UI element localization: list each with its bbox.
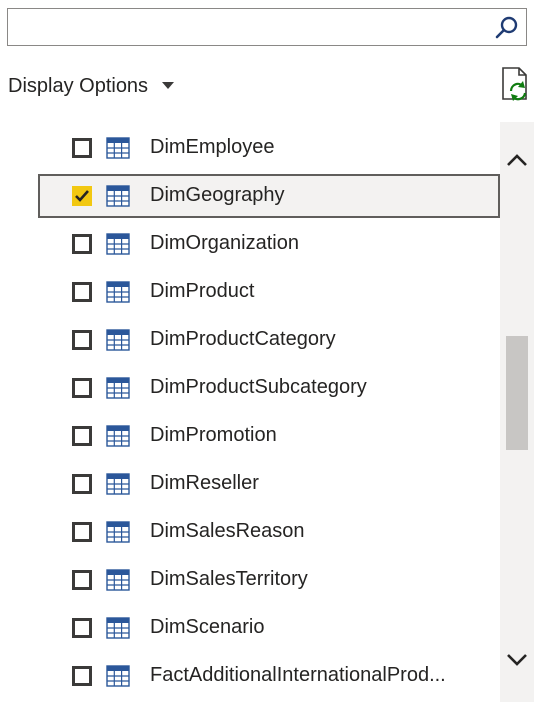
table-icon: [106, 329, 130, 351]
checkmark-icon: [75, 190, 89, 202]
table-name-label: DimPromotion: [150, 424, 277, 446]
scrollbar-thumb[interactable]: [506, 336, 528, 450]
checkbox-unchecked[interactable]: [72, 474, 92, 494]
checkbox-unchecked[interactable]: [72, 618, 92, 638]
search-icon[interactable]: [494, 15, 520, 41]
checkbox-unchecked[interactable]: [72, 138, 92, 158]
table-list-item[interactable]: DimReseller: [0, 462, 500, 506]
table-list-item[interactable]: FactAdditionalInternationalProd...: [0, 654, 500, 698]
table-list-item[interactable]: DimProductCategory: [0, 318, 500, 362]
table-list-item[interactable]: DimSalesReason: [0, 510, 500, 554]
checkbox-unchecked[interactable]: [72, 234, 92, 254]
table-icon: [106, 569, 130, 591]
table-name-label: DimProduct: [150, 280, 255, 302]
caret-down-icon: [162, 82, 175, 89]
table-icon: [106, 281, 130, 303]
table-list-item[interactable]: DimGeography: [38, 174, 500, 218]
display-options-dropdown[interactable]: Display Options: [8, 72, 175, 100]
table-icon: [106, 377, 130, 399]
refresh-icon[interactable]: [500, 66, 530, 102]
table-list-item[interactable]: DimProductSubcategory: [0, 366, 500, 410]
table-name-label: DimSalesReason: [150, 520, 305, 542]
table-icon: [106, 233, 130, 255]
table-icon: [106, 473, 130, 495]
checkbox-unchecked[interactable]: [72, 282, 92, 302]
vertical-scrollbar[interactable]: [500, 122, 534, 702]
table-name-label: DimOrganization: [150, 232, 299, 254]
search-input[interactable]: [8, 9, 488, 45]
table-name-label: DimProductCategory: [150, 328, 336, 350]
table-icon: [106, 521, 130, 543]
table-list: DimEmployee DimGeography DimOrganization Di…: [0, 122, 500, 702]
checkbox-unchecked[interactable]: [72, 378, 92, 398]
table-icon: [106, 425, 130, 447]
table-list-item[interactable]: DimSalesTerritory: [0, 558, 500, 602]
table-icon: [106, 665, 130, 687]
table-name-label: FactAdditionalInternationalProd...: [150, 664, 446, 686]
checkbox-checked[interactable]: [72, 186, 92, 206]
table-name-label: DimReseller: [150, 472, 259, 494]
table-name-label: DimProductSubcategory: [150, 376, 367, 398]
chevron-up-icon[interactable]: [505, 152, 529, 168]
table-icon: [106, 617, 130, 639]
checkbox-unchecked[interactable]: [72, 666, 92, 686]
table-name-label: DimEmployee: [150, 136, 275, 158]
display-options-label: Display Options: [8, 74, 149, 97]
chevron-down-icon[interactable]: [505, 652, 529, 668]
checkbox-unchecked[interactable]: [72, 570, 92, 590]
table-list-item[interactable]: DimOrganization: [0, 222, 500, 266]
table-name-label: DimSalesTerritory: [150, 568, 308, 590]
table-list-item[interactable]: DimPromotion: [0, 414, 500, 458]
checkbox-unchecked[interactable]: [72, 426, 92, 446]
table-list-item[interactable]: DimProduct: [0, 270, 500, 314]
table-icon: [106, 137, 130, 159]
table-list-item[interactable]: DimEmployee: [0, 126, 500, 170]
table-icon: [106, 185, 130, 207]
checkbox-unchecked[interactable]: [72, 330, 92, 350]
table-list-item[interactable]: DimScenario: [0, 606, 500, 650]
search-box[interactable]: [7, 8, 527, 46]
table-name-label: DimGeography: [150, 184, 285, 206]
checkbox-unchecked[interactable]: [72, 522, 92, 542]
table-name-label: DimScenario: [150, 616, 265, 638]
